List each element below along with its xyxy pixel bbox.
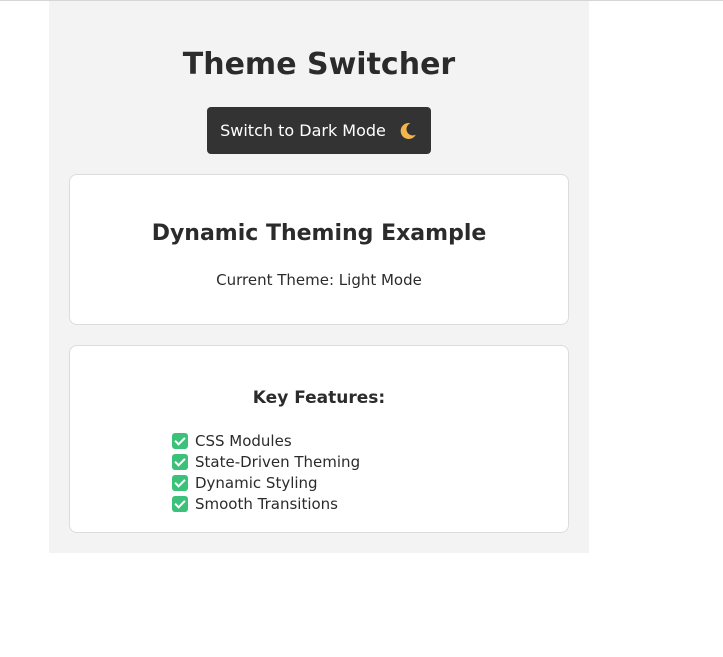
check-icon xyxy=(172,453,188,470)
feature-item: Dynamic Styling xyxy=(172,472,360,493)
feature-label: CSS Modules xyxy=(195,431,292,450)
check-icon xyxy=(172,432,188,449)
current-theme-text: Current Theme: Light Mode xyxy=(216,271,422,289)
check-icon xyxy=(172,474,188,491)
feature-item: Smooth Transitions xyxy=(172,493,360,514)
theme-toggle-label: Switch to Dark Mode xyxy=(220,121,386,140)
card-heading: Dynamic Theming Example xyxy=(151,221,487,246)
feature-list: CSS Modules State-Driven Theming Dynamic… xyxy=(172,430,360,514)
moon-icon xyxy=(398,121,418,141)
features-heading: Key Features: xyxy=(252,388,386,408)
feature-label: Smooth Transitions xyxy=(195,494,338,513)
feature-item: State-Driven Theming xyxy=(172,451,360,472)
feature-item: CSS Modules xyxy=(172,430,360,451)
theme-info-card: Dynamic Theming Example Current Theme: L… xyxy=(69,174,569,325)
theme-app-container: Theme Switcher Switch to Dark Mode Dynam… xyxy=(49,1,589,553)
features-card: Key Features: CSS Modules State-Driven T… xyxy=(69,345,569,533)
feature-label: Dynamic Styling xyxy=(195,473,318,492)
check-icon xyxy=(172,495,188,512)
page-title: Theme Switcher xyxy=(182,47,456,82)
theme-toggle-button[interactable]: Switch to Dark Mode xyxy=(207,107,431,154)
feature-label: State-Driven Theming xyxy=(195,452,361,471)
